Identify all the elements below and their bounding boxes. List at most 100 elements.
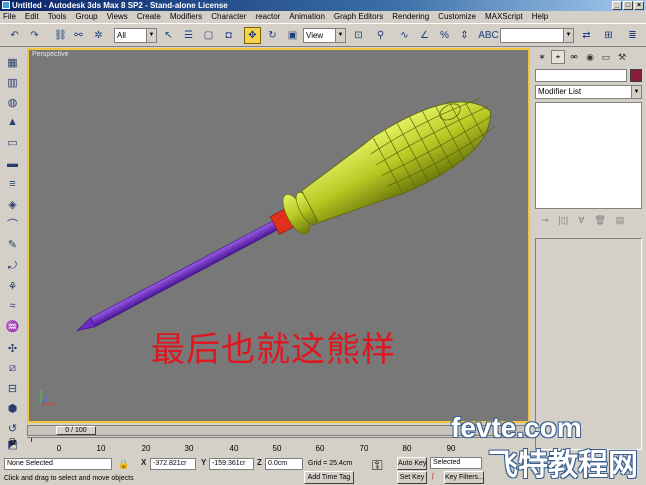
motion-tab-icon[interactable]: ◉ [583, 50, 597, 64]
snap-toggle-icon[interactable]: ∿ [396, 27, 413, 44]
left-toolbar: ▦ ▥ ◍ ▲ ▭ ▬ ≡ ◈ ⌒ ✎ ⤾ ⚘ ≈ ♒ ✣ ⧄ ⊟ ⬢ ↺ ◩ [0, 48, 26, 453]
layer-manager-icon[interactable]: ≣ [624, 27, 641, 44]
modifier-stack[interactable] [535, 102, 642, 209]
menu-character[interactable]: Character [211, 11, 246, 23]
pin-stack-icon[interactable]: ⊸ [541, 215, 549, 226]
select-and-link-icon[interactable]: ⛓ [52, 27, 69, 44]
remove-modifier-icon[interactable]: 🗑 [594, 215, 605, 226]
redo-icon[interactable]: ↷ [26, 27, 43, 44]
select-and-move-icon[interactable]: ✥ [244, 27, 261, 44]
configure-modifier-sets-icon[interactable]: ▤ [616, 215, 625, 226]
box-icon[interactable]: ▦ [4, 54, 21, 70]
menu-file[interactable]: File [3, 11, 16, 23]
cylinder-stack-icon[interactable]: ≡ [4, 176, 21, 192]
menu-modifiers[interactable]: Modifiers [170, 11, 202, 23]
stack-buttons: ⊸ |▯| ∀ 🗑 ▤ [535, 212, 642, 228]
select-object-icon[interactable]: ↖ [160, 27, 177, 44]
cone-icon[interactable]: ▲ [4, 114, 21, 130]
menu-views[interactable]: Views [107, 11, 128, 23]
object-color-swatch[interactable] [630, 69, 642, 82]
grid-size-label: Grid = 25.4cm [308, 460, 353, 467]
make-unique-icon[interactable]: ∀ [578, 215, 584, 226]
ffd-icon[interactable]: ⊟ [4, 380, 21, 396]
menu-help[interactable]: Help [532, 11, 548, 23]
tick-label: 20 [141, 444, 151, 453]
cylinder-icon[interactable]: ▥ [4, 74, 21, 90]
angle-snap-icon[interactable]: ∠ [416, 27, 433, 44]
rectangle-icon[interactable]: ▬ [4, 156, 21, 172]
pivot-center-icon[interactable]: ⊡ [350, 27, 367, 44]
menu-customize[interactable]: Customize [438, 11, 476, 23]
rectangular-selection-icon[interactable]: ▢ [200, 27, 217, 44]
modifier-list-dropdown[interactable]: Modifier List ▼ [535, 85, 642, 99]
mesh-smooth-icon[interactable]: ⬢ [4, 400, 21, 416]
named-selection-sets-dropdown[interactable]: ▼ [500, 28, 574, 43]
axis-tripod-icon [40, 390, 55, 405]
select-and-scale-icon[interactable]: ▣ [284, 27, 301, 44]
menu-graph-editors[interactable]: Graph Editors [334, 11, 383, 23]
lathe-icon[interactable]: ↺ [4, 420, 21, 436]
close-button[interactable]: × [634, 1, 644, 10]
set-key-button[interactable]: Set Key [397, 471, 427, 484]
menu-animation[interactable]: Animation [289, 11, 325, 23]
noise-icon[interactable]: ⚘ [4, 278, 21, 294]
spinner-snap-icon[interactable]: ⇕ [456, 27, 473, 44]
extrude-icon[interactable]: ◈ [4, 196, 21, 212]
particle-icon[interactable]: ✣ [4, 340, 21, 356]
menu-tools[interactable]: Tools [48, 11, 67, 23]
maximize-button[interactable]: □ [623, 1, 633, 10]
bind-space-warp-icon[interactable]: ✲ [90, 27, 107, 44]
bend-icon[interactable]: ⌒ [4, 216, 21, 232]
menu-maxscript[interactable]: MAXScript [485, 11, 523, 23]
twist-icon[interactable]: ⤾ [4, 258, 21, 274]
menu-edit[interactable]: Edit [25, 11, 39, 23]
menu-group[interactable]: Group [75, 11, 97, 23]
display-tab-icon[interactable]: ▭ [599, 50, 613, 64]
wave-icon[interactable]: ≈ [4, 298, 21, 314]
align-icon[interactable]: ⊞ [600, 27, 617, 44]
select-and-manipulate-icon[interactable]: ⚲ [372, 27, 389, 44]
undo-icon[interactable]: ↶ [6, 27, 23, 44]
reference-coordinate-value: View [306, 31, 324, 40]
y-axis-label: Y [201, 458, 207, 467]
time-slider-thumb[interactable]: 0 / 100 [56, 426, 96, 435]
select-and-rotate-icon[interactable]: ↻ [264, 27, 281, 44]
perspective-viewport[interactable]: Perspective 最后也就这熊样 [27, 48, 530, 423]
tick-label: 0 [56, 444, 62, 453]
skew-icon[interactable]: ⧄ [4, 360, 21, 376]
z-axis-label: Z [257, 458, 262, 467]
key-filters-button[interactable]: Key Filters... [444, 471, 484, 484]
utilities-tab-icon[interactable]: ⚒ [615, 50, 629, 64]
z-coordinate-field[interactable]: 0.0cm [265, 458, 303, 470]
unlink-icon[interactable]: ⚯ [70, 27, 87, 44]
sphere-icon[interactable]: ◍ [4, 94, 21, 110]
ripple-icon[interactable]: ♒ [4, 318, 21, 334]
percent-snap-icon[interactable]: % [436, 27, 453, 44]
minimize-button[interactable]: _ [612, 1, 622, 10]
modify-tab-icon[interactable]: ◓ [551, 50, 565, 64]
menu-create[interactable]: Create [137, 11, 161, 23]
mini-curve-editor-icon[interactable]: ⧉ [3, 437, 23, 452]
x-coordinate-field[interactable]: -372.821cr [150, 458, 196, 470]
selection-filter-dropdown[interactable]: All ▼ [114, 28, 157, 43]
add-time-tag-button[interactable]: Add Time Tag [304, 471, 354, 484]
y-coordinate-field[interactable]: -159.361cr [209, 458, 254, 470]
create-tab-icon[interactable]: ✶ [535, 50, 549, 64]
object-name-input[interactable] [535, 69, 627, 82]
auto-key-button[interactable]: Auto Key [397, 457, 427, 470]
window-crossing-icon[interactable]: ◘ [220, 27, 237, 44]
show-end-result-icon[interactable]: |▯| [559, 215, 569, 226]
taper-icon[interactable]: ✎ [4, 236, 21, 252]
plane-icon[interactable]: ▭ [4, 134, 21, 150]
window-title: Untitled - Autodesk 3ds Max 8 SP2 - Stan… [12, 1, 228, 10]
menu-rendering[interactable]: Rendering [392, 11, 429, 23]
select-by-name-icon[interactable]: ☰ [180, 27, 197, 44]
lock-selection-icon[interactable]: 🔒 [118, 459, 129, 469]
menu-reactor[interactable]: reactor [255, 11, 280, 23]
named-selection-icon[interactable]: ABC [478, 27, 499, 44]
modifier-list-label: Modifier List [538, 87, 582, 96]
key-mode-selected-dropdown[interactable]: Selected [430, 457, 482, 469]
hierarchy-tab-icon[interactable]: ⚮ [567, 50, 581, 64]
mirror-icon[interactable]: ⇄ [578, 27, 595, 44]
reference-coordinate-dropdown[interactable]: View ▼ [303, 28, 346, 43]
